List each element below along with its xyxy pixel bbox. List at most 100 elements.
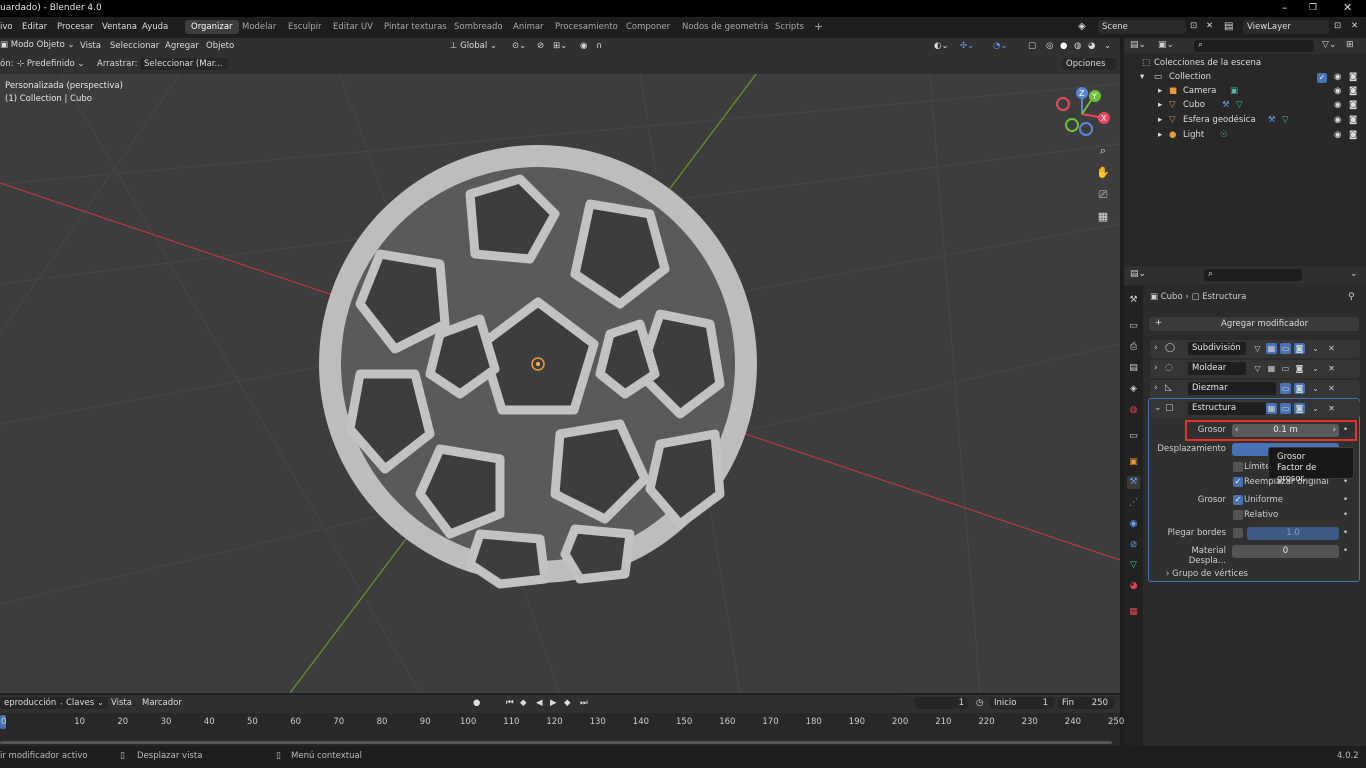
new-view-layer-icon[interactable]: ⊡	[1334, 21, 1341, 31]
render-camera-icon[interactable]: ◙	[1349, 100, 1357, 110]
zoom-icon[interactable]: ⌕	[1094, 142, 1112, 160]
modifier-name-field[interactable]: Estructura	[1188, 402, 1266, 415]
view-layer-tab-icon[interactable]: ▤	[1127, 362, 1140, 375]
orientation-selector[interactable]: ⊥ Global ⌄	[450, 41, 497, 51]
crease-edges-checkbox[interactable]	[1233, 528, 1243, 538]
remove-modifier-icon[interactable]: ✕	[1326, 403, 1337, 414]
tab-editar-uv[interactable]: Editar UV	[333, 22, 373, 32]
prev-keyframe-icon[interactable]: ◆	[520, 698, 527, 708]
chevron-down-icon[interactable]: ⌄	[1154, 403, 1162, 413]
chevron-down-icon[interactable]: ⌄	[1310, 403, 1321, 414]
shading-options-icon[interactable]: ⌄	[1104, 41, 1111, 51]
tab-componer[interactable]: Componer	[626, 22, 670, 32]
outliner-search-input[interactable]: ⌕	[1194, 40, 1314, 52]
cage-icon[interactable]: ▦	[1266, 403, 1277, 414]
physics-tab-icon[interactable]: ◉	[1127, 518, 1140, 531]
timeline-scrollbar[interactable]	[0, 741, 1112, 744]
scene-tab-icon[interactable]: ◈	[1127, 383, 1140, 396]
tab-procesamiento[interactable]: Procesamiento	[555, 22, 618, 32]
eye-icon[interactable]: ◉	[1334, 100, 1341, 110]
render-toggle-icon[interactable]: ◙	[1294, 363, 1305, 374]
menu-vista[interactable]: Vista	[80, 41, 101, 51]
constraints-tab-icon[interactable]: ⊘	[1127, 539, 1140, 552]
menu-objeto[interactable]: Objeto	[206, 41, 234, 51]
menu-editar[interactable]: Editar	[22, 22, 47, 32]
tool-tab-icon[interactable]: ⚒	[1127, 294, 1140, 307]
collection-tab-icon[interactable]: ▭	[1127, 430, 1140, 443]
viewport-display-icon[interactable]: ▭	[1280, 363, 1291, 374]
edit-mode-icon[interactable]: ▽	[1252, 363, 1263, 374]
menu-seleccionar[interactable]: Seleccionar	[110, 41, 159, 51]
render-camera-icon[interactable]: ◙	[1349, 86, 1357, 96]
maximize-button[interactable]: ❐	[1309, 3, 1317, 13]
next-keyframe-icon[interactable]: ◆	[564, 698, 571, 708]
material-offset-field[interactable]: 0	[1232, 545, 1339, 558]
tab-organizar[interactable]: Organizar	[185, 20, 239, 34]
filter-icon[interactable]: ▽⌄	[1322, 40, 1336, 50]
modifier-name-field[interactable]: Subdivisión	[1188, 342, 1246, 355]
playback-menu[interactable]: eproducción ⌄	[0, 697, 71, 709]
falloff-icon[interactable]: ∩	[596, 41, 602, 51]
chevron-right-icon[interactable]: ›	[1154, 343, 1158, 353]
current-frame-field[interactable]: 1	[915, 697, 968, 709]
jump-end-icon[interactable]: ⏭	[580, 698, 588, 708]
proportional-edit-icon[interactable]: ◉	[580, 41, 587, 51]
tab-animar[interactable]: Animar	[513, 22, 544, 32]
play-reverse-icon[interactable]: ◀	[536, 698, 543, 708]
tab-pintar-texturas[interactable]: Pintar texturas	[384, 22, 447, 32]
chevron-down-icon[interactable]: ⌄	[1310, 363, 1321, 374]
pan-hand-icon[interactable]: ✋	[1094, 164, 1112, 182]
object-tab-icon[interactable]: ▣	[1127, 456, 1140, 469]
display-mode-icon[interactable]: ▣⌄	[1158, 40, 1174, 50]
close-button[interactable]: ✕	[1343, 1, 1352, 14]
timeline-view-menu[interactable]: Vista	[111, 698, 132, 708]
outliner-item[interactable]: ▸ ▽ Esfera geodésica ⚒ ▽ ◉ ◙	[1124, 115, 1366, 129]
xray-icon[interactable]: ▢	[1028, 41, 1036, 51]
modifier-moldear[interactable]: › ◌ Moldear ▽ ▦ ▭ ◙ ⌄ ✕	[1150, 360, 1360, 378]
world-tab-icon[interactable]: ◍	[1127, 404, 1140, 417]
edit-mode-icon[interactable]: ▽	[1252, 343, 1263, 354]
outliner-editor-type-icon[interactable]: ▤⌄	[1130, 40, 1146, 50]
render-toggle-icon[interactable]: ◙	[1294, 343, 1305, 354]
transform-orientation-selector[interactable]: ⊹ Predefinido ⌄	[17, 59, 85, 69]
menu-ayuda[interactable]: Ayuda	[142, 22, 168, 32]
cage-icon[interactable]: ▦	[1266, 343, 1277, 354]
remove-view-layer-icon[interactable]: ✕	[1351, 21, 1358, 31]
vertex-group-subpanel[interactable]: › Grupo de vértices	[1166, 569, 1248, 579]
modifier-name-field[interactable]: Diezmar	[1188, 382, 1276, 395]
material-tab-icon[interactable]: ◕	[1127, 580, 1140, 593]
menu-archivo[interactable]: ivo	[0, 22, 13, 32]
tab-esculpir[interactable]: Esculpir	[288, 22, 321, 32]
remove-modifier-icon[interactable]: ✕	[1326, 383, 1337, 394]
wireframe-shading-icon[interactable]: ◎	[1046, 41, 1053, 51]
pin-icon[interactable]: ⚲	[1348, 292, 1355, 302]
3d-viewport[interactable]: Z Y X Personalizada (perspectiva) (1) Co…	[0, 74, 1120, 693]
end-frame-field[interactable]: Fin 250	[1058, 697, 1114, 709]
eye-icon[interactable]: ◉	[1334, 72, 1341, 82]
properties-editor-type-icon[interactable]: ▤⌄	[1130, 269, 1146, 279]
tab-sombreado[interactable]: Sombreado	[454, 22, 503, 32]
menu-agregar[interactable]: Agregar	[165, 41, 199, 51]
remove-modifier-icon[interactable]: ✕	[1326, 343, 1337, 354]
minimize-button[interactable]: –	[1282, 1, 1288, 14]
keying-menu[interactable]: Claves ⌄	[62, 697, 109, 709]
navigation-gizmo[interactable]: Z Y X	[1056, 87, 1110, 136]
replace-original-checkbox[interactable]: ✓	[1233, 477, 1243, 487]
cage-icon[interactable]: ▦	[1266, 363, 1277, 374]
data-tab-icon[interactable]: ▽	[1127, 559, 1140, 572]
relative-checkbox[interactable]	[1233, 510, 1243, 520]
boundary-checkbox[interactable]	[1233, 462, 1243, 472]
tab-modelar[interactable]: Modelar	[242, 22, 276, 32]
overlay-toggle-icon[interactable]: ◔⌄	[993, 41, 1008, 51]
render-toggle-icon[interactable]: ◙	[1294, 383, 1305, 394]
rendered-shading-icon[interactable]: ◕	[1088, 41, 1095, 51]
keyframe-dot-icon[interactable]: •	[1343, 528, 1348, 538]
render-toggle-icon[interactable]: ◙	[1294, 403, 1305, 414]
viewport-display-icon[interactable]: ▭	[1280, 383, 1291, 394]
texture-tab-icon[interactable]: ▦	[1127, 606, 1140, 619]
expand-arrow-icon[interactable]: ▸	[1158, 100, 1162, 110]
start-frame-field[interactable]: Inicio 1	[990, 697, 1054, 709]
chevron-down-icon[interactable]: ⌄	[1310, 343, 1321, 354]
add-modifier-button[interactable]: + Agregar modificador	[1149, 317, 1359, 331]
viewport-display-icon[interactable]: ▭	[1280, 343, 1291, 354]
